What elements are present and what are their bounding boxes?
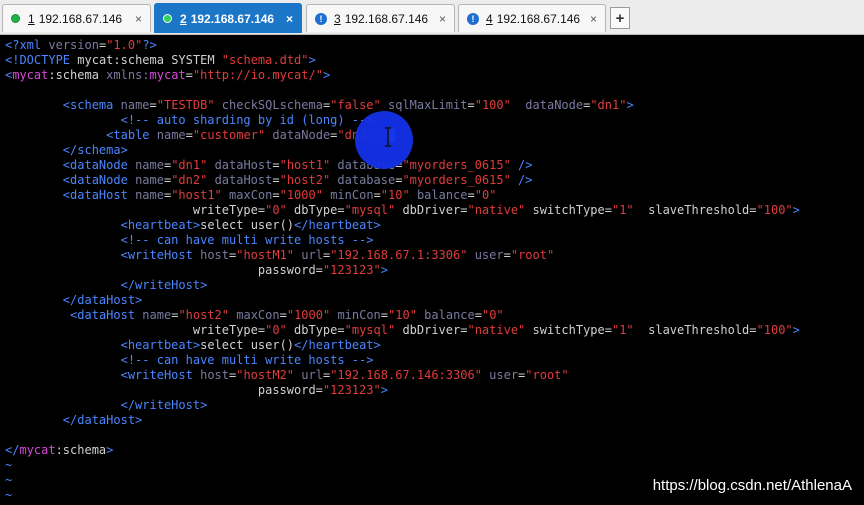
disconnected-warning-icon: ! <box>315 12 327 25</box>
tab-title: 192.168.67.146 <box>190 11 275 26</box>
editor-line: password="123123"> <box>257 263 388 277</box>
tab-title: 192.168.67.146 <box>344 11 429 26</box>
editor-line: <dataHost name="host1" maxCon="1000" min… <box>62 188 497 202</box>
editor-line: <table name="customer" dataNode="dn2"/> <box>5 128 396 143</box>
close-tab-icon[interactable]: × <box>135 12 142 26</box>
editor-line: <!-- can have multi write hosts --> <box>120 233 374 247</box>
editor-line: <!-- can have multi write hosts --> <box>120 353 374 367</box>
watermark: https://blog.csdn.net/AthlenaA <box>652 477 852 494</box>
tab-number: 1 <box>28 11 35 26</box>
editor-line: password="123123"> <box>257 383 388 397</box>
terminal-editor[interactable]: <?xml version="1.0"?> <!DOCTYPE mycat:sch… <box>0 36 864 505</box>
tab-title: 192.168.67.146 <box>496 11 581 26</box>
editor-line: </mycat:schema> <box>5 443 114 457</box>
tab-bar: 1 192.168.67.146 × 2 192.168.67.146 × ! … <box>0 0 864 35</box>
tab-number: 3 <box>334 11 341 26</box>
session-tab-2[interactable]: 2 192.168.67.146 × <box>154 3 302 33</box>
editor-line: </schema> <box>62 143 128 157</box>
close-tab-icon[interactable]: × <box>286 12 293 26</box>
session-tab-3[interactable]: ! 3 192.168.67.146 × <box>306 4 455 32</box>
editor-line: <mycat:schema xmlns:mycat="http://io.myc… <box>5 68 331 82</box>
editor-line: <writeHost host="hostM1" url="192.168.67… <box>120 248 555 262</box>
connected-status-icon <box>11 14 20 23</box>
new-tab-button[interactable]: + <box>610 7 630 29</box>
editor-line: <schema name="TESTDB" checkSQLschema="fa… <box>62 98 634 112</box>
editor-line: writeType="0" dbType="mysql" dbDriver="n… <box>192 323 800 337</box>
session-tab-4[interactable]: ! 4 192.168.67.146 × <box>458 4 606 32</box>
editor-line: </dataHost> <box>62 413 143 427</box>
disconnected-warning-icon: ! <box>467 12 479 25</box>
empty-line-marker: ~ <box>5 488 13 502</box>
editor-line: </writeHost> <box>120 278 208 292</box>
tab-title: 192.168.67.146 <box>38 11 123 26</box>
editor-line: </dataHost> <box>62 293 143 307</box>
text-cursor-icon <box>385 127 391 147</box>
session-tab-1[interactable]: 1 192.168.67.146 × <box>2 4 151 32</box>
close-tab-icon[interactable]: × <box>439 12 446 26</box>
editor-line: <?xml version="1.0"?> <box>5 38 157 52</box>
tab-number: 2 <box>180 11 187 26</box>
empty-line-marker: ~ <box>5 458 13 472</box>
editor-line: <heartbeat>select user()</heartbeat> <box>120 338 381 352</box>
empty-line-marker: ~ <box>5 473 13 487</box>
editor-line: <writeHost host="hostM2" url="192.168.67… <box>120 368 569 382</box>
editor-line: <dataNode name="dn1" dataHost="host1" da… <box>62 158 533 172</box>
editor-line: <dataHost name="host2" maxCon="1000" min… <box>70 308 504 322</box>
connected-status-icon <box>163 14 172 23</box>
editor-line: <!-- auto sharding by id (long) --> <box>120 113 374 127</box>
editor-line: </writeHost> <box>120 398 208 412</box>
tab-number: 4 <box>486 11 493 26</box>
editor-line: writeType="0" dbType="mysql" dbDriver="n… <box>192 203 800 217</box>
editor-line: <!DOCTYPE mycat:schema SYSTEM "schema.dt… <box>5 53 316 67</box>
editor-line: <heartbeat>select user()</heartbeat> <box>120 218 381 232</box>
editor-line: <dataNode name="dn2" dataHost="host2" da… <box>62 173 533 187</box>
close-tab-icon[interactable]: × <box>590 12 597 26</box>
